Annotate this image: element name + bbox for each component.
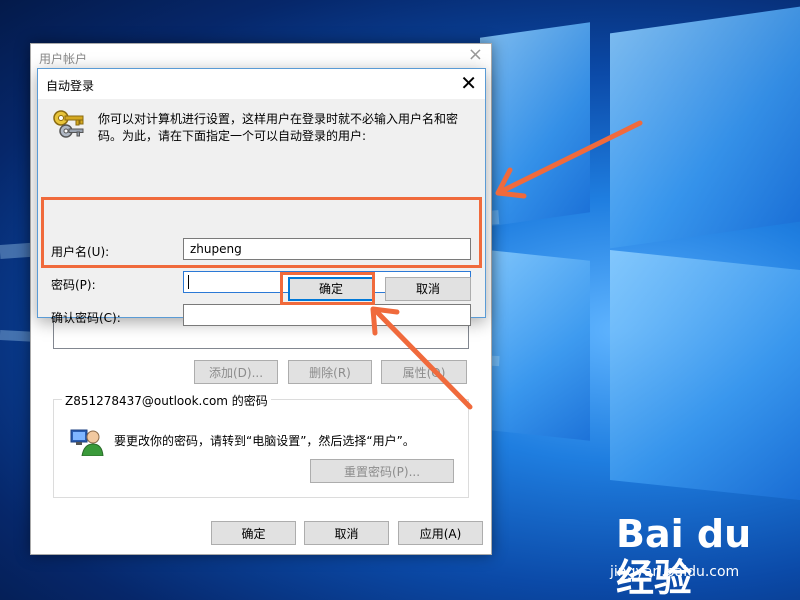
baidu-jingyan-watermark: Bai du 经验 jingyan.baidu.com <box>610 512 790 600</box>
ok-button-highlight <box>280 272 375 305</box>
auto-login-dialog: 自动登录 ✕ 你可以对计算机进行设置，这样用户在登录时就不必输入用户名和密码。为… <box>37 68 486 326</box>
password-label: 密码(P): <box>51 278 96 292</box>
password-group-title: Z851278437@outlook.com 的密码 <box>62 392 271 409</box>
properties-button[interactable]: 属性(O) <box>381 360 467 384</box>
key-icon <box>53 110 84 138</box>
password-fields-highlight <box>41 197 482 268</box>
watermark-logo: Bai du 经验 <box>616 512 752 600</box>
outer-window-title: 用户帐户 <box>39 52 88 66</box>
dialog-close-button[interactable]: ✕ <box>460 71 477 95</box>
outer-close-button[interactable]: × <box>468 45 483 65</box>
add-user-button[interactable]: 添加(D)... <box>194 360 278 384</box>
remove-user-button[interactable]: 删除(R) <box>288 360 372 384</box>
apply-button[interactable]: 应用(A) <box>398 521 483 545</box>
outer-cancel-button[interactable]: 取消 <box>304 521 389 545</box>
password-change-message: 要更改你的密码，请转到“电脑设置”，然后选择“用户”。 <box>114 434 415 448</box>
text-caret <box>188 275 189 289</box>
dialog-description: 你可以对计算机进行设置，这样用户在登录时就不必输入用户名和密码。为此，请在下面指… <box>98 112 459 143</box>
password-group: Z851278437@outlook.com 的密码 要更改你的密码，请转到“电… <box>53 392 469 498</box>
user-icon <box>70 429 104 456</box>
cancel-button[interactable]: 取消 <box>385 277 471 301</box>
confirm-password-field[interactable] <box>183 304 471 326</box>
dialog-titlebar[interactable]: 自动登录 ✕ <box>38 69 485 99</box>
reset-password-button[interactable]: 重置密码(P)... <box>310 459 454 483</box>
outer-ok-button[interactable]: 确定 <box>211 521 296 545</box>
dialog-title: 自动登录 <box>46 79 95 93</box>
confirm-password-label: 确认密码(C): <box>51 311 121 325</box>
watermark-url: jingyan.baidu.com <box>610 564 740 580</box>
